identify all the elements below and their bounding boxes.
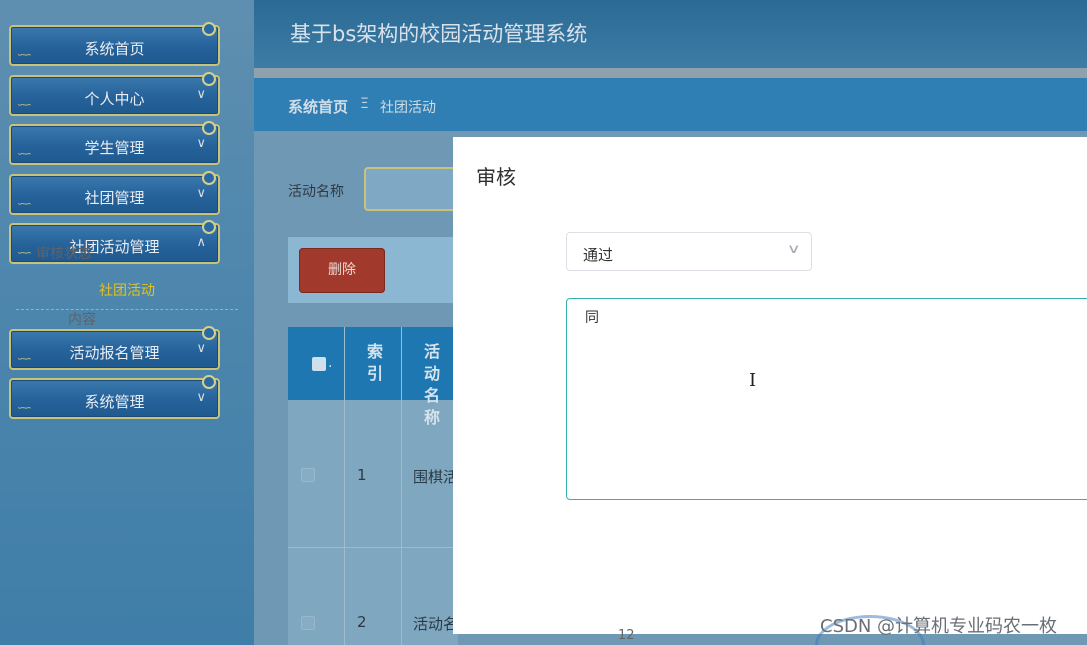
review-status-select[interactable]: 通过 ∨ — [566, 232, 812, 271]
sidebar-item-label: 系统首页 — [84, 40, 145, 58]
partial-value: 12 — [618, 628, 635, 643]
text-cursor-icon: I — [749, 370, 757, 391]
watermark: CSDN @计算机专业码农一枚 — [820, 616, 1058, 637]
filter-label: 活动名称 — [288, 184, 344, 200]
chevron-down-icon: ∨ — [196, 87, 206, 102]
sidebar: ∽∽ 系统首页 ∽∽ 个人中心 ∨ ∽∽ 学生管理 ∨ ∽∽ 社团管理 ∨ ∽∽… — [0, 0, 254, 645]
sidebar-item-label: 学生管理 — [84, 139, 145, 157]
sidebar-item-label: 活动报名管理 — [69, 344, 160, 362]
select-all-checkbox[interactable] — [312, 357, 326, 371]
content-label: 内容 — [68, 312, 96, 328]
sidebar-item-label: 社团管理 — [84, 189, 145, 207]
sidebar-item-label: 个人中心 — [84, 90, 145, 108]
chevron-up-icon: ∧ — [196, 235, 206, 250]
sidebar-item-home[interactable]: ∽∽ 系统首页 — [9, 22, 220, 66]
column-header-name[interactable]: 活动名称 — [424, 341, 454, 429]
table-header: . 索引 活动名称 — [288, 327, 458, 427]
sidebar-subitem-club-activity[interactable]: 社团活动 — [0, 280, 254, 300]
sidebar-item-system-management[interactable]: ∽∽ 系统管理 ∨ — [9, 375, 220, 419]
row-index: 1 — [357, 466, 367, 484]
row-activity-name: 活动名称 — [413, 615, 458, 633]
chevron-down-icon: ∨ — [787, 242, 802, 257]
header-dot-icon: . — [328, 355, 333, 371]
chevron-down-icon: ∨ — [196, 341, 206, 356]
dialog-title: 审核 — [476, 165, 516, 189]
app-title: 基于bs架构的校园活动管理系统 — [290, 22, 588, 46]
chevron-down-icon: ∨ — [196, 136, 206, 151]
row-checkbox[interactable] — [301, 468, 315, 482]
content-textarea[interactable]: 同 — [566, 298, 1087, 500]
divider — [16, 309, 238, 310]
column-divider — [344, 327, 345, 645]
review-status-label: 审核状态 — [36, 246, 92, 262]
header-divider — [254, 68, 1087, 78]
review-status-value: 通过 — [583, 246, 614, 264]
row-index: 2 — [357, 613, 367, 631]
column-divider — [401, 327, 402, 645]
activity-name-input[interactable] — [364, 167, 464, 211]
sidebar-item-signup-management[interactable]: ∽∽ 活动报名管理 ∨ — [9, 326, 220, 370]
sidebar-item-student-management[interactable]: ∽∽ 学生管理 ∨ — [9, 121, 220, 165]
chevron-down-icon: ∨ — [196, 186, 206, 201]
row-checkbox[interactable] — [301, 616, 315, 630]
column-header-index[interactable]: 索引 — [367, 341, 391, 385]
app-header: 基于bs架构的校园活动管理系统 — [254, 0, 1087, 68]
breadcrumb-current: 社团活动 — [380, 100, 436, 116]
breadcrumb-home[interactable]: 系统首页 — [288, 96, 348, 117]
sidebar-item-label: 系统管理 — [84, 393, 145, 411]
activity-table: . 索引 活动名称 1 围棋活动 2 活动名称 — [288, 327, 458, 645]
breadcrumb: 系统首页 Ξ 社团活动 — [254, 78, 1087, 131]
row-activity-name: 围棋活动 — [413, 468, 458, 486]
chevron-down-icon: ∨ — [196, 390, 206, 405]
sidebar-item-personal-center[interactable]: ∽∽ 个人中心 ∨ — [9, 72, 220, 116]
sidebar-item-club-management[interactable]: ∽∽ 社团管理 ∨ — [9, 171, 220, 215]
row-divider — [288, 547, 458, 548]
delete-button[interactable]: 删除 — [299, 248, 385, 293]
breadcrumb-separator-icon: Ξ — [360, 96, 369, 112]
